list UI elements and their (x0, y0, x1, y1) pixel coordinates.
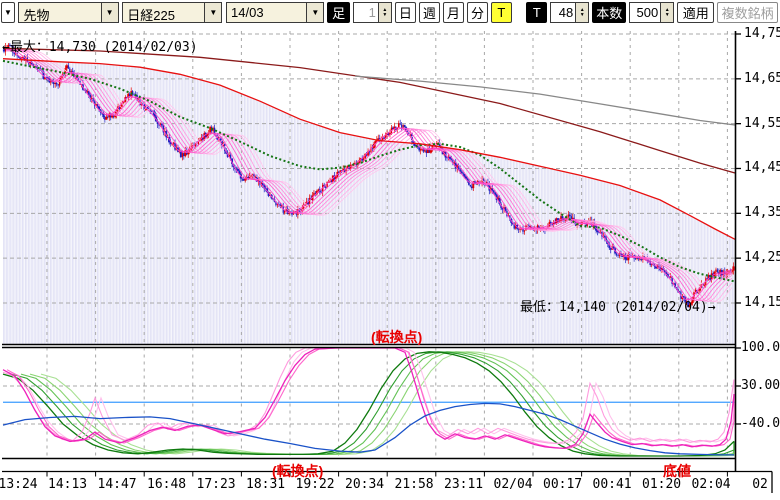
chart-application-window: ▼ 先物 ▼ 日経225 ▼ 14/03 ▼ 足 1 ▲▼ 日 週 月 分 T … (0, 0, 780, 500)
bottom-value-annotation: 底値 (663, 461, 691, 481)
min-price-annotation: 最低：14,140 (2014/02/04)→ (520, 296, 716, 315)
max-price-annotation: ←最大：14,730 (2014/02/03) (2, 36, 198, 55)
turning-point-lower-annotation: (転換点) (272, 461, 323, 481)
turning-point-upper-annotation: (転換点) (371, 327, 422, 347)
price-and-oscillator-chart (0, 0, 780, 500)
